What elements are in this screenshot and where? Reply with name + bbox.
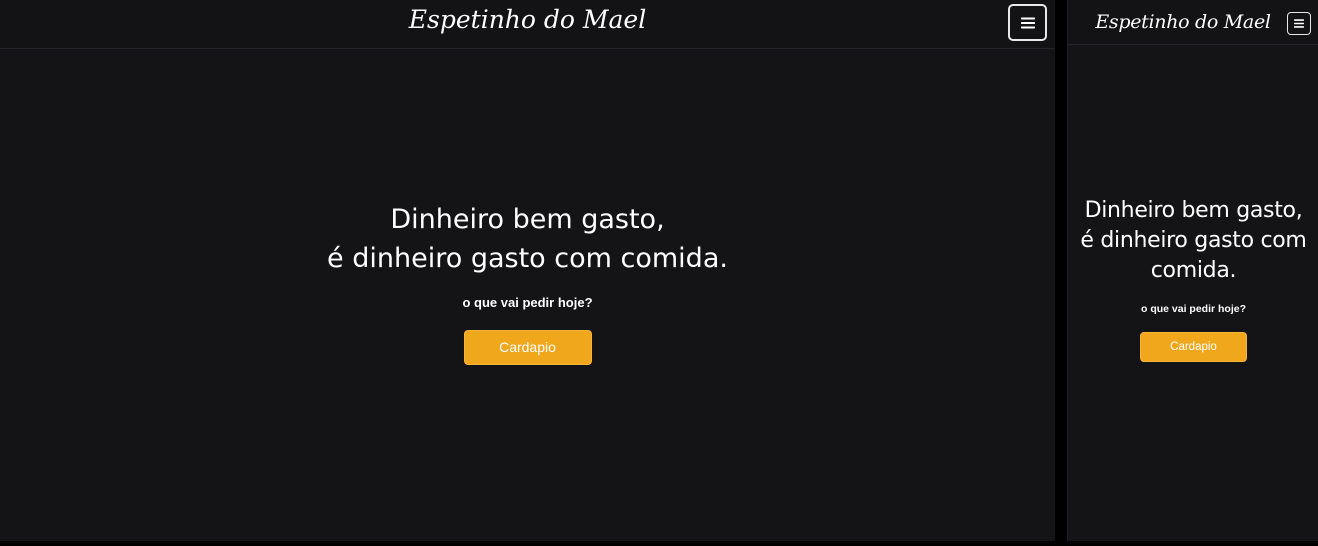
desktop-view: Espetinho do Mael Dinheiro bem gasto, é … <box>0 0 1055 541</box>
hero-headline-line-2: é dinheiro gasto com comida. <box>1080 228 1307 283</box>
menu-toggle-button[interactable] <box>1287 12 1311 35</box>
hero-headline: Dinheiro bem gasto, é dinheiro gasto com… <box>0 200 1055 278</box>
hamburger-menu-icon <box>1020 17 1035 28</box>
hero-section: Dinheiro bem gasto, é dinheiro gasto com… <box>1068 196 1318 362</box>
screenshot-canvas: Espetinho do Mael Dinheiro bem gasto, é … <box>0 0 1318 546</box>
hero-section: Dinheiro bem gasto, é dinheiro gasto com… <box>0 200 1055 365</box>
cardapio-button[interactable]: Cardapio <box>1140 332 1247 362</box>
mobile-view: Espetinho do Mael Dinheiro bem gasto, é … <box>1067 0 1318 541</box>
navbar: Espetinho do Mael <box>0 0 1055 49</box>
hero-headline-line-2: é dinheiro gasto com comida. <box>327 243 728 274</box>
hero-headline-line-1: Dinheiro bem gasto, <box>1084 198 1303 223</box>
hero-subtitle: o que vai pedir hoje? <box>462 295 593 310</box>
hero-headline: Dinheiro bem gasto, é dinheiro gasto com… <box>1068 196 1318 286</box>
brand-logo[interactable]: Espetinho do Mael <box>0 0 1055 40</box>
hero-headline-line-1: Dinheiro bem gasto, <box>390 204 665 235</box>
menu-toggle-button[interactable] <box>1008 4 1047 41</box>
brand-logo[interactable]: Espetinho do Mael <box>1080 0 1286 44</box>
cardapio-button[interactable]: Cardapio <box>463 330 592 365</box>
navbar: Espetinho do Mael <box>1068 0 1318 45</box>
hero-subtitle: o que vai pedir hoje? <box>1140 303 1246 315</box>
hamburger-menu-icon <box>1294 19 1304 28</box>
